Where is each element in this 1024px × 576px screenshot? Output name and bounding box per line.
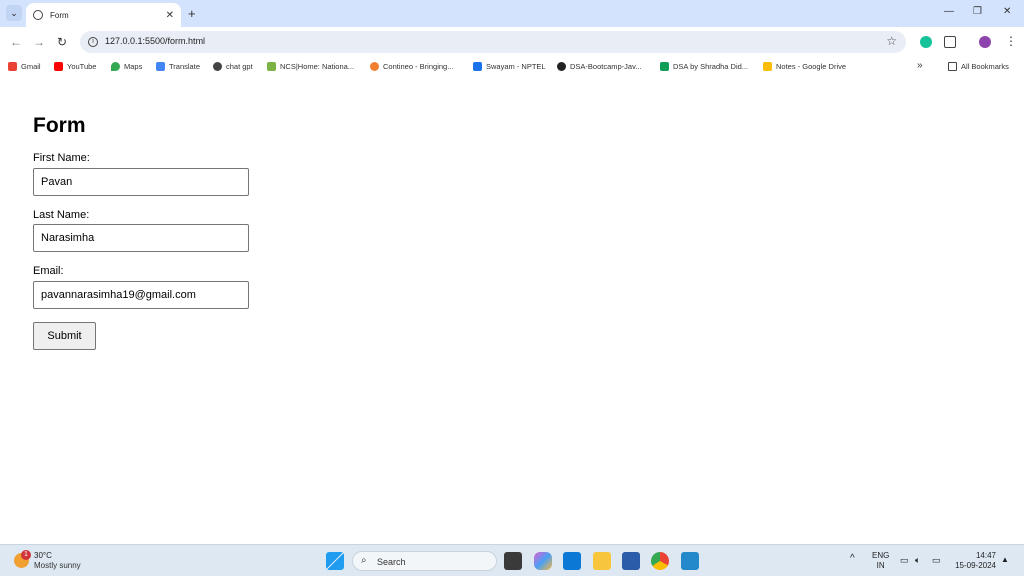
url-text[interactable]: 127.0.0.1:5500/form.html xyxy=(105,36,205,46)
windows-start-icon[interactable] xyxy=(326,552,344,570)
bookmark-maps[interactable]: Maps xyxy=(111,62,142,71)
gmail-icon xyxy=(8,62,17,71)
maps-icon xyxy=(111,62,120,71)
more-bookmarks-icon[interactable]: » xyxy=(917,60,923,71)
first-name-input[interactable] xyxy=(33,168,249,196)
site-info-icon[interactable]: i xyxy=(88,37,98,47)
bookmark-gmail[interactable]: Gmail xyxy=(8,62,41,71)
chatgpt-icon xyxy=(213,62,222,71)
browser-toolbar: ← → ↻ i 127.0.0.1:5500/form.html ☆ ⋮ xyxy=(0,27,1024,57)
last-name-input[interactable] xyxy=(33,224,249,252)
contineo-icon xyxy=(370,62,379,71)
email-label: Email: xyxy=(33,265,64,277)
bookmark-ncs[interactable]: NCS|Home: Nationa... xyxy=(267,62,354,71)
taskbar-search[interactable]: ⌕ Search xyxy=(352,551,497,571)
bookmark-youtube[interactable]: YouTube xyxy=(54,62,96,71)
bookmark-star-icon[interactable]: ☆ xyxy=(886,34,897,48)
taskbar-search-placeholder: Search xyxy=(377,557,406,567)
search-icon: ⌕ xyxy=(361,555,367,566)
swayam-icon xyxy=(473,62,482,71)
restore-icon[interactable]: ❐ xyxy=(973,6,982,17)
menu-kebab-icon[interactable]: ⋮ xyxy=(1005,34,1017,48)
translate-icon xyxy=(156,62,165,71)
bookmark-translate[interactable]: Translate xyxy=(156,62,200,71)
clock[interactable]: 14:47 15-09-2024 xyxy=(951,551,996,571)
folder-icon xyxy=(948,62,957,71)
profile-avatar-icon[interactable] xyxy=(979,36,991,48)
weather-temp: 30°C xyxy=(34,551,52,560)
file-explorer-icon[interactable] xyxy=(593,552,611,570)
bookmarks-bar: Gmail YouTube Maps Translate chat gpt NC… xyxy=(0,57,1024,77)
email-input[interactable] xyxy=(33,281,249,309)
bookmark-dsa-shradha[interactable]: DSA by Shradha Did... xyxy=(660,62,748,71)
github-icon xyxy=(557,62,566,71)
tab-form[interactable]: Form ✕ xyxy=(26,3,181,27)
clock-time: 14:47 xyxy=(975,551,996,560)
tab-close-icon[interactable]: ✕ xyxy=(166,10,174,21)
bookmark-dsa-bootcamp[interactable]: DSA-Bootcamp-Jav... xyxy=(557,62,642,71)
task-view-icon[interactable] xyxy=(504,552,522,570)
page-title: Form xyxy=(33,114,86,137)
tab-title: Form xyxy=(50,10,69,20)
region-code: IN xyxy=(876,561,885,570)
vscode-icon[interactable] xyxy=(681,552,699,570)
sheets-icon xyxy=(660,62,669,71)
ncs-icon xyxy=(267,62,276,71)
bookmark-chatgpt[interactable]: chat gpt xyxy=(213,62,253,71)
bookmark-swayam[interactable]: Swayam - NPTEL xyxy=(473,62,546,71)
chrome-taskbar-icon[interactable] xyxy=(651,552,669,570)
network-icon[interactable]: ▭ xyxy=(900,555,909,565)
page-content: Form First Name: Last Name: Email: Submi… xyxy=(0,77,1024,544)
cortana-app-icon[interactable] xyxy=(563,552,581,570)
first-name-label: First Name: xyxy=(33,152,90,164)
minimize-icon[interactable]: — xyxy=(944,6,954,17)
all-bookmarks[interactable]: All Bookmarks xyxy=(948,62,1009,71)
extensions-icon[interactable] xyxy=(944,36,956,48)
back-icon[interactable]: ← xyxy=(10,35,22,49)
google-drive-icon xyxy=(763,62,772,71)
microsoft-store-icon[interactable] xyxy=(622,552,640,570)
language-code: ENG xyxy=(872,551,890,560)
taskbar: 1 30°C Mostly sunny ⌕ Search ^ ENG IN ▭ … xyxy=(0,544,1024,576)
forward-icon[interactable]: → xyxy=(33,35,45,49)
weather-condition: Mostly sunny xyxy=(34,561,81,570)
tray-overflow-icon[interactable]: ^ xyxy=(850,554,855,564)
language-indicator[interactable]: ENG IN xyxy=(872,551,889,571)
clock-date: 15-09-2024 xyxy=(955,561,996,570)
reload-icon[interactable]: ↻ xyxy=(57,35,67,49)
tab-search-button[interactable]: ⌄ xyxy=(6,5,22,21)
bookmark-contineo[interactable]: Contineo - Bringing... xyxy=(370,62,453,71)
submit-button[interactable]: Submit xyxy=(33,322,96,350)
youtube-icon xyxy=(54,62,63,71)
tab-strip: ⌄ Form ✕ + — ❐ ✕ xyxy=(0,0,1024,27)
last-name-label: Last Name: xyxy=(33,209,90,221)
address-bar[interactable]: i 127.0.0.1:5500/form.html ☆ xyxy=(80,31,906,53)
new-tab-button[interactable]: + xyxy=(188,6,196,21)
bookmark-notes-drive[interactable]: Notes - Google Drive xyxy=(763,62,846,71)
globe-icon xyxy=(33,10,43,20)
weather-badge: 1 xyxy=(21,550,31,560)
battery-icon[interactable]: ▭ xyxy=(932,555,941,565)
grammarly-icon[interactable] xyxy=(920,36,932,48)
close-window-icon[interactable]: ✕ xyxy=(1003,6,1011,17)
volume-icon[interactable]: 🔈︎ xyxy=(915,555,920,565)
notification-bell-icon[interactable]: ▲ xyxy=(1001,555,1009,565)
copilot-icon[interactable] xyxy=(534,552,552,570)
